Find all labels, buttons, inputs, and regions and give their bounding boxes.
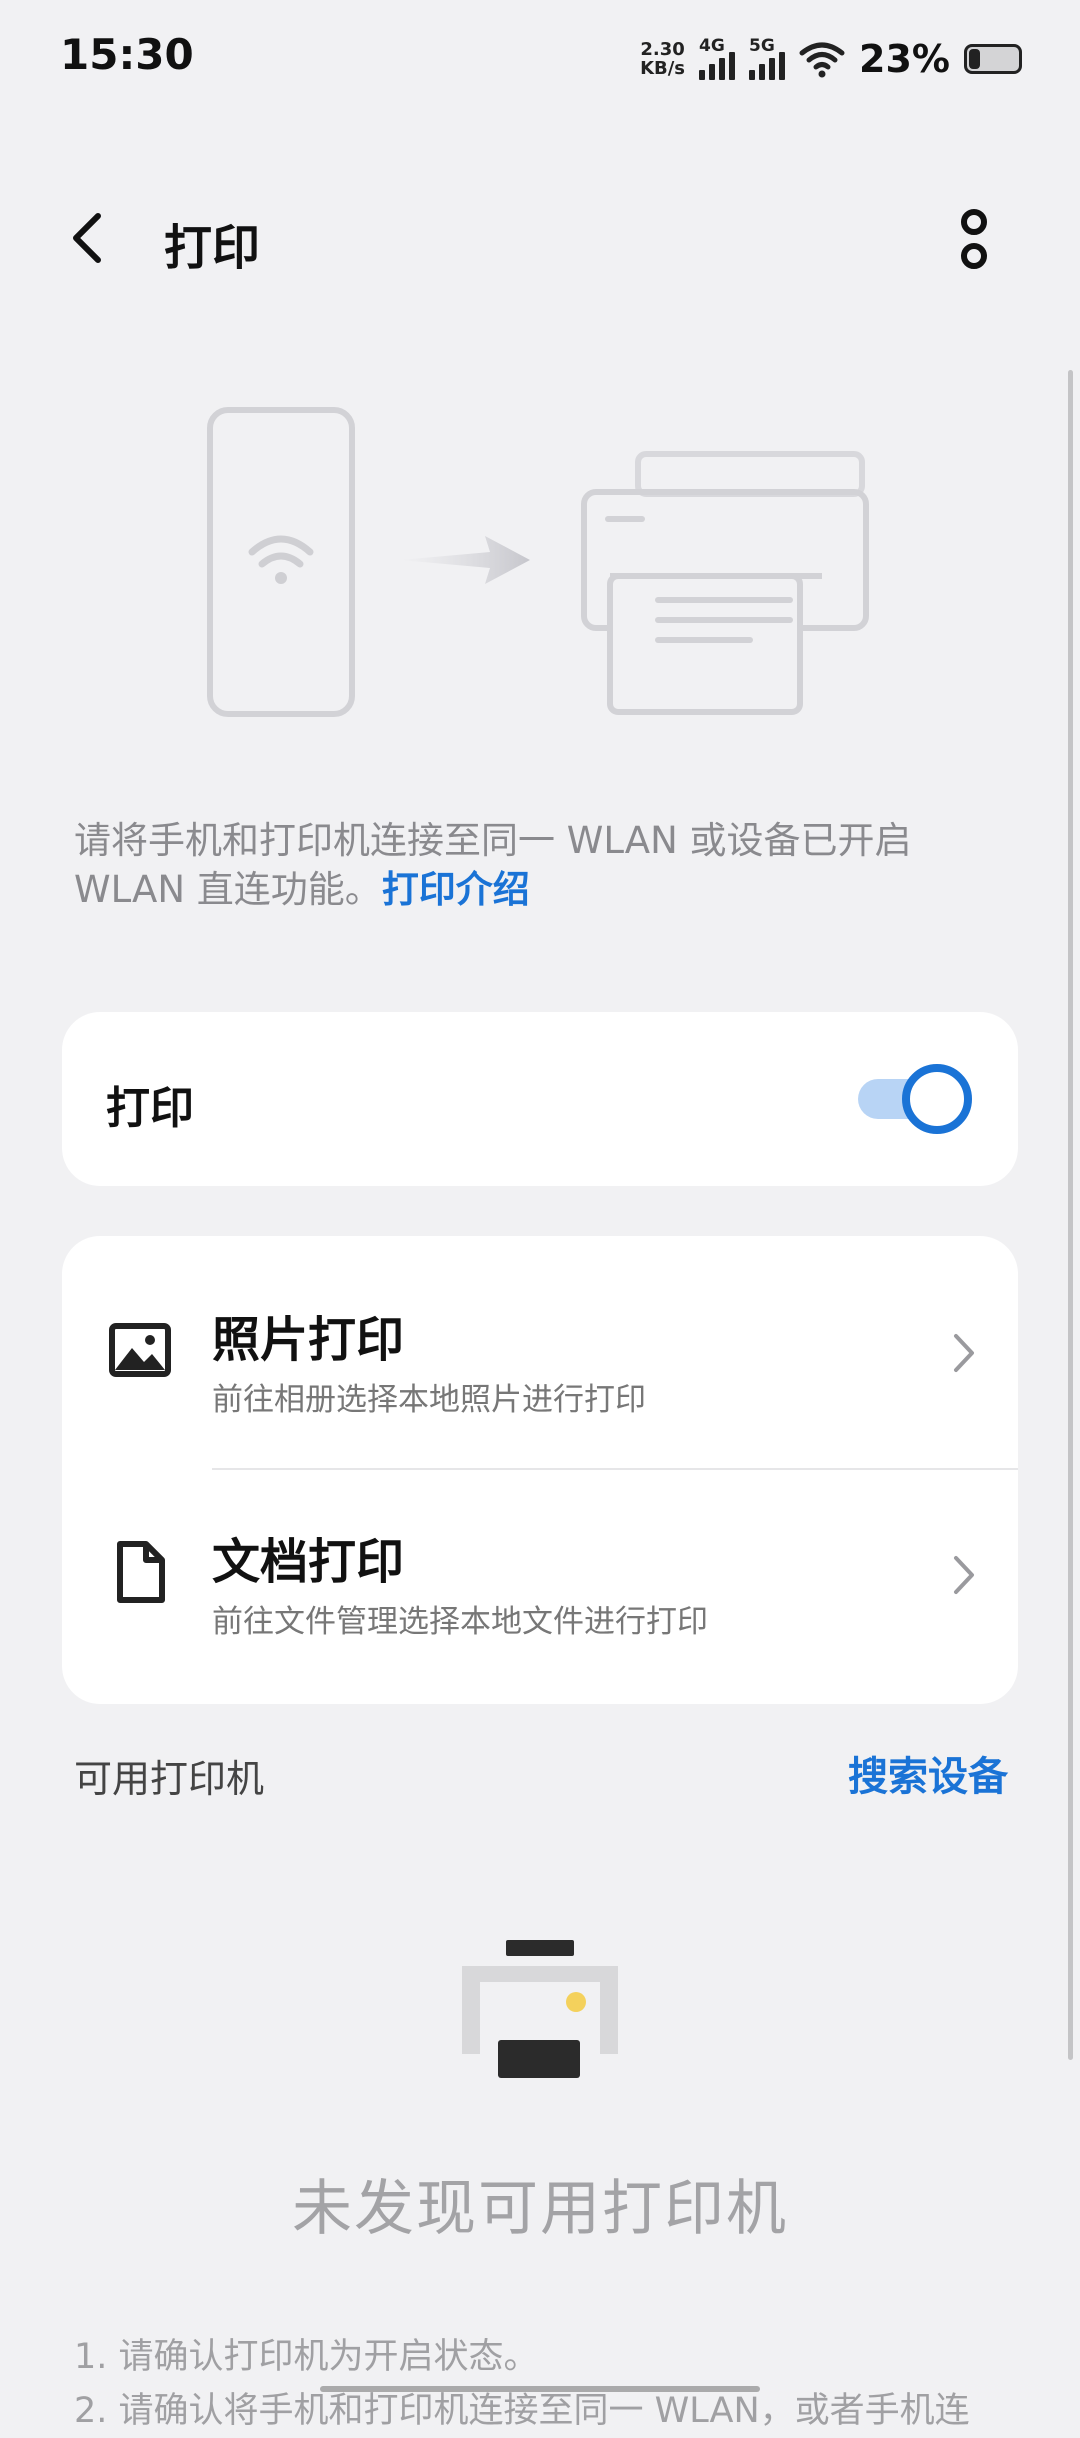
scrollbar[interactable] bbox=[1068, 370, 1073, 2060]
phone-to-printer-illustration bbox=[207, 407, 869, 717]
document-icon bbox=[117, 1541, 165, 1603]
note-item: 1. 请确认打印机为开启状态。 bbox=[74, 2337, 539, 2377]
status-time: 15:30 bbox=[60, 30, 194, 79]
page-title: 打印 bbox=[164, 220, 261, 276]
photo-print-item[interactable]: 照片打印 前往相册选择本地照片进行打印 bbox=[62, 1236, 1018, 1456]
document-print-subtitle: 前往文件管理选择本地文件进行打印 bbox=[212, 1604, 708, 1640]
chevron-right-icon bbox=[954, 1334, 974, 1372]
status-icons: 2.30 KB/s 4G 5G 23% bbox=[640, 34, 1022, 84]
search-devices-button[interactable]: 搜索设备 bbox=[848, 1744, 1008, 1802]
signal-5g-icon: 5G bbox=[749, 36, 786, 80]
note-item: 2. 请确认将手机和打印机连接至同一 WLAN，或者手机连 bbox=[74, 2391, 970, 2431]
image-icon bbox=[109, 1323, 171, 1377]
signal-4g-icon: 4G bbox=[699, 36, 736, 80]
print-toggle-card: 打印 bbox=[62, 1012, 1018, 1186]
net-speed: 2.30 KB/s bbox=[640, 40, 685, 78]
print-toggle-switch[interactable] bbox=[854, 1064, 972, 1134]
print-toggle-label: 打印 bbox=[106, 1083, 194, 1134]
connection-hint: 请将手机和打印机连接至同一 WLAN 或设备已开启 WLAN 直连功能。打印介绍 bbox=[74, 816, 1014, 914]
signal-4g-label: 4G bbox=[699, 36, 725, 56]
document-print-title: 文档打印 bbox=[212, 1534, 405, 1590]
photo-print-subtitle: 前往相册选择本地照片进行打印 bbox=[212, 1382, 646, 1418]
battery-icon bbox=[964, 44, 1022, 74]
document-print-item[interactable]: 文档打印 前往文件管理选择本地文件进行打印 bbox=[62, 1458, 1018, 1678]
printer-icon bbox=[462, 1940, 618, 2078]
available-printers-label: 可用打印机 bbox=[74, 1757, 265, 1801]
status-bar: 15:30 2.30 KB/s 4G 5G 23% bbox=[0, 0, 1080, 118]
more-options-icon[interactable] bbox=[944, 200, 1004, 280]
chevron-right-icon bbox=[954, 1556, 974, 1594]
print-intro-link[interactable]: 打印介绍 bbox=[382, 868, 530, 911]
signal-5g-label: 5G bbox=[749, 36, 775, 56]
back-arrow-icon[interactable] bbox=[60, 208, 120, 268]
print-options-card: 照片打印 前往相册选择本地照片进行打印 文档打印 前往文件管理选择本地文件进行打… bbox=[62, 1236, 1018, 1704]
net-speed-unit: KB/s bbox=[640, 58, 686, 79]
net-speed-value: 2.30 bbox=[640, 39, 685, 60]
battery-percentage: 23% bbox=[859, 37, 950, 81]
no-printer-found-text: 未发现可用打印机 bbox=[292, 2174, 788, 2244]
photo-print-title: 照片打印 bbox=[212, 1312, 405, 1368]
troubleshooting-notes: 1. 请确认打印机为开启状态。 2. 请确认将手机和打印机连接至同一 WLAN，… bbox=[74, 2330, 970, 2438]
home-indicator[interactable] bbox=[320, 2386, 760, 2392]
wifi-icon bbox=[799, 42, 845, 78]
